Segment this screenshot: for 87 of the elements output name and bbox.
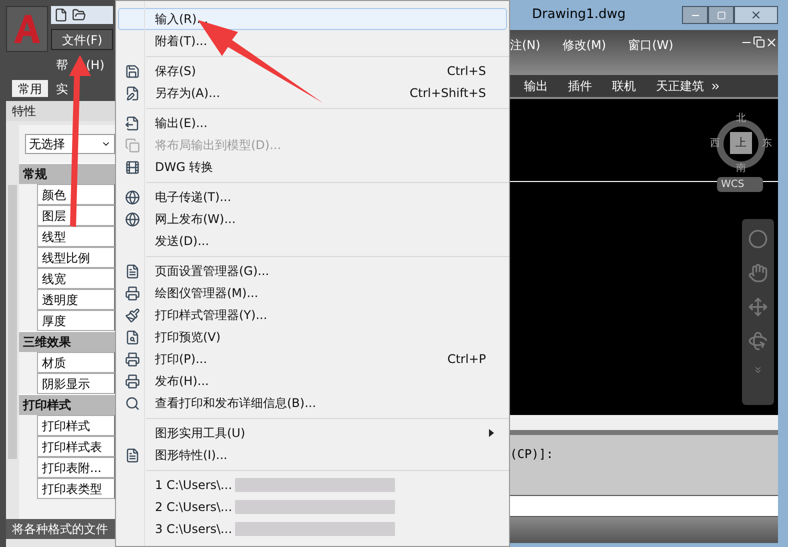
menu-item[interactable]: 绘图仪管理器(M)... [118, 282, 507, 304]
close-icon [750, 9, 762, 21]
property-name: 打印样式 [37, 415, 115, 436]
status-text: 将各种格式的文件 [6, 519, 115, 539]
more-tabs-icon[interactable] [710, 80, 721, 92]
property-name: 材质 [37, 352, 115, 373]
menu-item-icon [124, 374, 140, 388]
menu-item[interactable]: 图形实用工具(U) [118, 422, 507, 444]
property-name: 打印表类型 [37, 478, 115, 499]
maximize-icon [716, 10, 726, 20]
property-name: 打印样式表 [37, 436, 115, 457]
orbit-icon[interactable] [748, 331, 768, 351]
menu-item[interactable]: 打印(P)... Ctrl+P [118, 348, 507, 370]
menu-item[interactable]: 输入(R)... [118, 8, 507, 30]
menu-bar-item[interactable]: 文件(F) [51, 29, 114, 50]
menu-item-icon [124, 330, 140, 344]
ribbon-tab[interactable]: 插件 [568, 77, 592, 95]
menu-item-icon [124, 264, 140, 278]
ucs-label[interactable]: WCS [717, 177, 763, 192]
menu-item-icon [124, 448, 140, 462]
menu-item[interactable]: 输出(E)... [118, 112, 507, 134]
section-header[interactable]: 打印样式 [19, 394, 115, 415]
menu-item[interactable]: 查看打印和发布详细信息(B)... [118, 392, 507, 414]
menu-item[interactable]: 发送(D)... [118, 230, 507, 252]
submenu-arrow-icon [489, 429, 494, 437]
open-folder-icon[interactable] [72, 8, 86, 22]
menu-item-icon [124, 190, 140, 204]
restore-icon[interactable] [753, 36, 765, 48]
panel-title: 特性 [6, 101, 115, 121]
menu-item-icon [124, 64, 140, 78]
property-name: 阴影显示 [37, 373, 115, 394]
menu-bar-item[interactable]: 窗口(W) [628, 36, 674, 54]
property-name: 颜色 [37, 184, 115, 205]
menu-item[interactable]: 3 C:\Users\... [118, 518, 507, 540]
menu-bar-item[interactable]: 帮 (H) [56, 56, 104, 74]
ribbon-tab[interactable]: 天正建筑 [656, 77, 704, 95]
horizontal-scrollbar[interactable] [510, 415, 778, 435]
section-header[interactable]: 常规 [19, 163, 115, 184]
minimize-button[interactable] [682, 6, 708, 24]
menu-item[interactable]: 打印预览(V) [118, 326, 507, 348]
menu-item-icon [124, 352, 140, 366]
menu-item[interactable]: 2 C:\Users\... [118, 496, 507, 518]
scrollbar[interactable] [8, 185, 17, 459]
menu-item-icon [124, 308, 140, 322]
menu-item-icon [124, 396, 140, 410]
menu-item[interactable]: 电子传递(T)... [118, 186, 507, 208]
close-icon[interactable] [765, 36, 778, 49]
menu-item[interactable]: 1 C:\Users\... [118, 474, 507, 496]
ribbon-tab[interactable]: 联机 [612, 77, 636, 95]
maximize-button[interactable] [708, 6, 734, 24]
ribbon-tab[interactable]: 实 [50, 80, 74, 97]
menu-item-icon [124, 286, 140, 300]
command-input[interactable] [510, 495, 778, 517]
selection-dropdown[interactable]: 无选择 [25, 134, 115, 154]
menu-item[interactable]: 另存为(A)... Ctrl+Shift+S [118, 82, 507, 104]
pan-hand-icon[interactable] [748, 263, 768, 283]
section-header[interactable]: 三维效果 [19, 331, 115, 352]
menu-item-icon [124, 212, 140, 226]
menu-item-icon [124, 86, 140, 100]
menu-item[interactable]: 附着(T)... [118, 30, 507, 52]
new-file-icon[interactable] [54, 8, 68, 22]
menu-item[interactable]: 网上发布(W)... [118, 208, 507, 230]
menu-item[interactable]: 发布(H)... [118, 370, 507, 392]
menu-item-icon [124, 160, 140, 174]
close-button[interactable] [734, 6, 778, 24]
menu-item[interactable]: DWG 转换 [118, 156, 507, 178]
menu-item-icon [124, 138, 140, 152]
menu-item[interactable]: 打印样式管理器(Y)... [118, 304, 507, 326]
property-name: 线型比例 [37, 247, 115, 268]
logo-icon [12, 13, 42, 45]
menu-item[interactable]: 保存(S) Ctrl+S [118, 60, 507, 82]
property-name: 厚度 [37, 310, 115, 331]
property-name: 线型 [37, 226, 115, 247]
customize-icon[interactable] [753, 365, 763, 375]
ribbon-tab[interactable]: 常用 [12, 80, 48, 97]
menu-bar-item[interactable]: 修改(M) [562, 36, 606, 54]
menu-item[interactable]: 图形特性(I)... [118, 444, 507, 466]
window-title: Drawing1.dwg [532, 6, 626, 24]
property-name: 线宽 [37, 268, 115, 289]
property-name: 图层 [37, 205, 115, 226]
command-history: (CP)]: [510, 435, 778, 495]
menu-bar-item[interactable]: 注(N) [510, 36, 540, 54]
menu-item[interactable]: 页面设置管理器(G)... [118, 260, 507, 282]
property-name: 打印表附... [37, 457, 115, 478]
property-name: 透明度 [37, 289, 115, 310]
ribbon-tab[interactable]: 输出 [524, 77, 548, 95]
menu-item-icon [124, 116, 140, 130]
